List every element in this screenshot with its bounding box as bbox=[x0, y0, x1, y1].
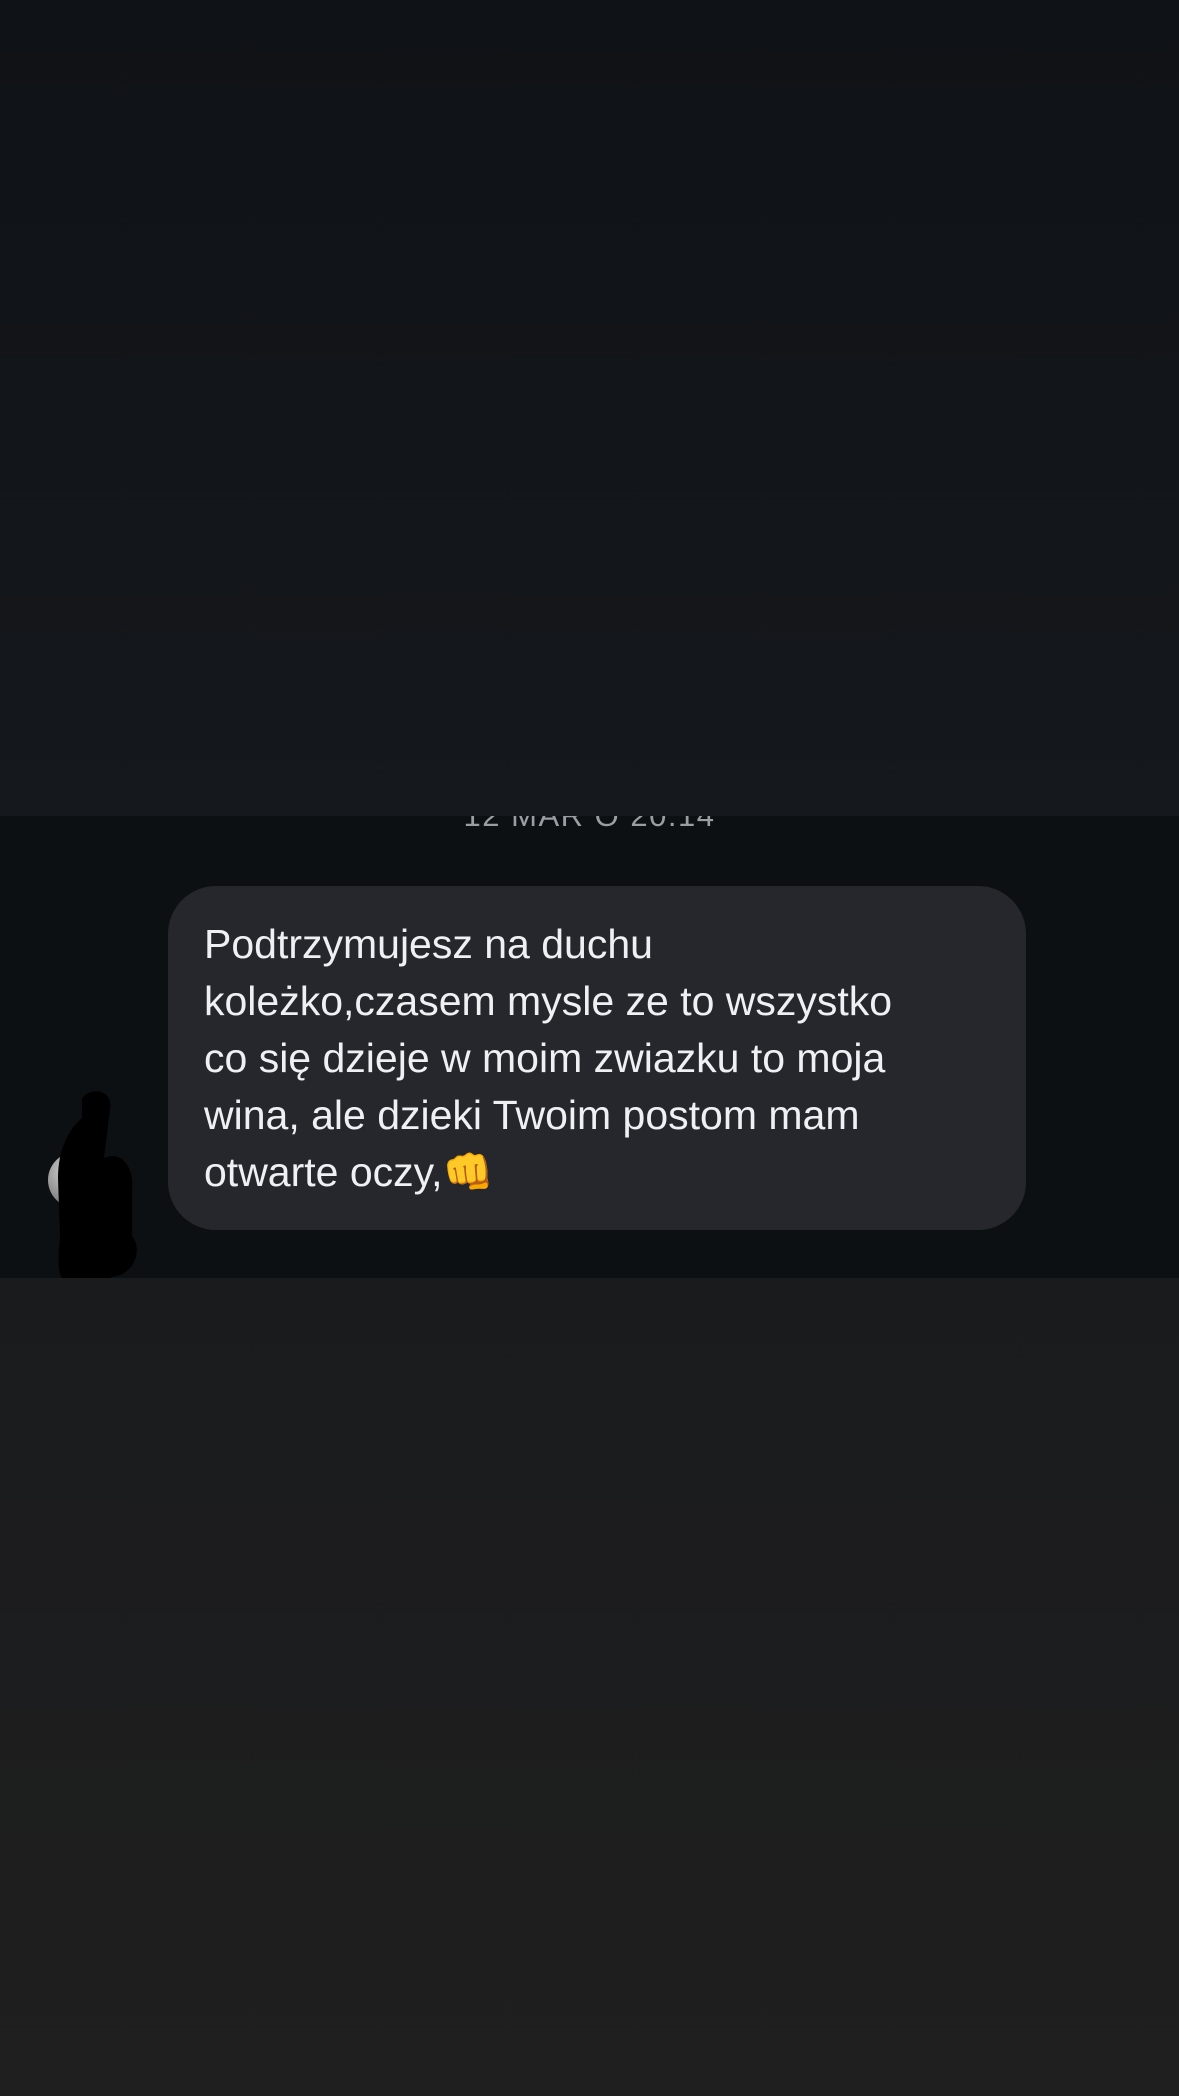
message-timestamp: 12 MAR O 20:14 bbox=[0, 816, 1179, 834]
message-text: Podtrzymujesz na duchu koleżko,czasem my… bbox=[204, 921, 893, 1195]
redaction-scribble bbox=[58, 1091, 137, 1278]
empty-top-area bbox=[0, 0, 1179, 816]
empty-bottom-area bbox=[0, 1278, 1179, 2096]
message-thread: 12 MAR O 20:14 Podtrzymujesz na duchu ko… bbox=[0, 816, 1179, 1278]
message-bubble[interactable]: Podtrzymujesz na duchu koleżko,czasem my… bbox=[168, 886, 1026, 1230]
